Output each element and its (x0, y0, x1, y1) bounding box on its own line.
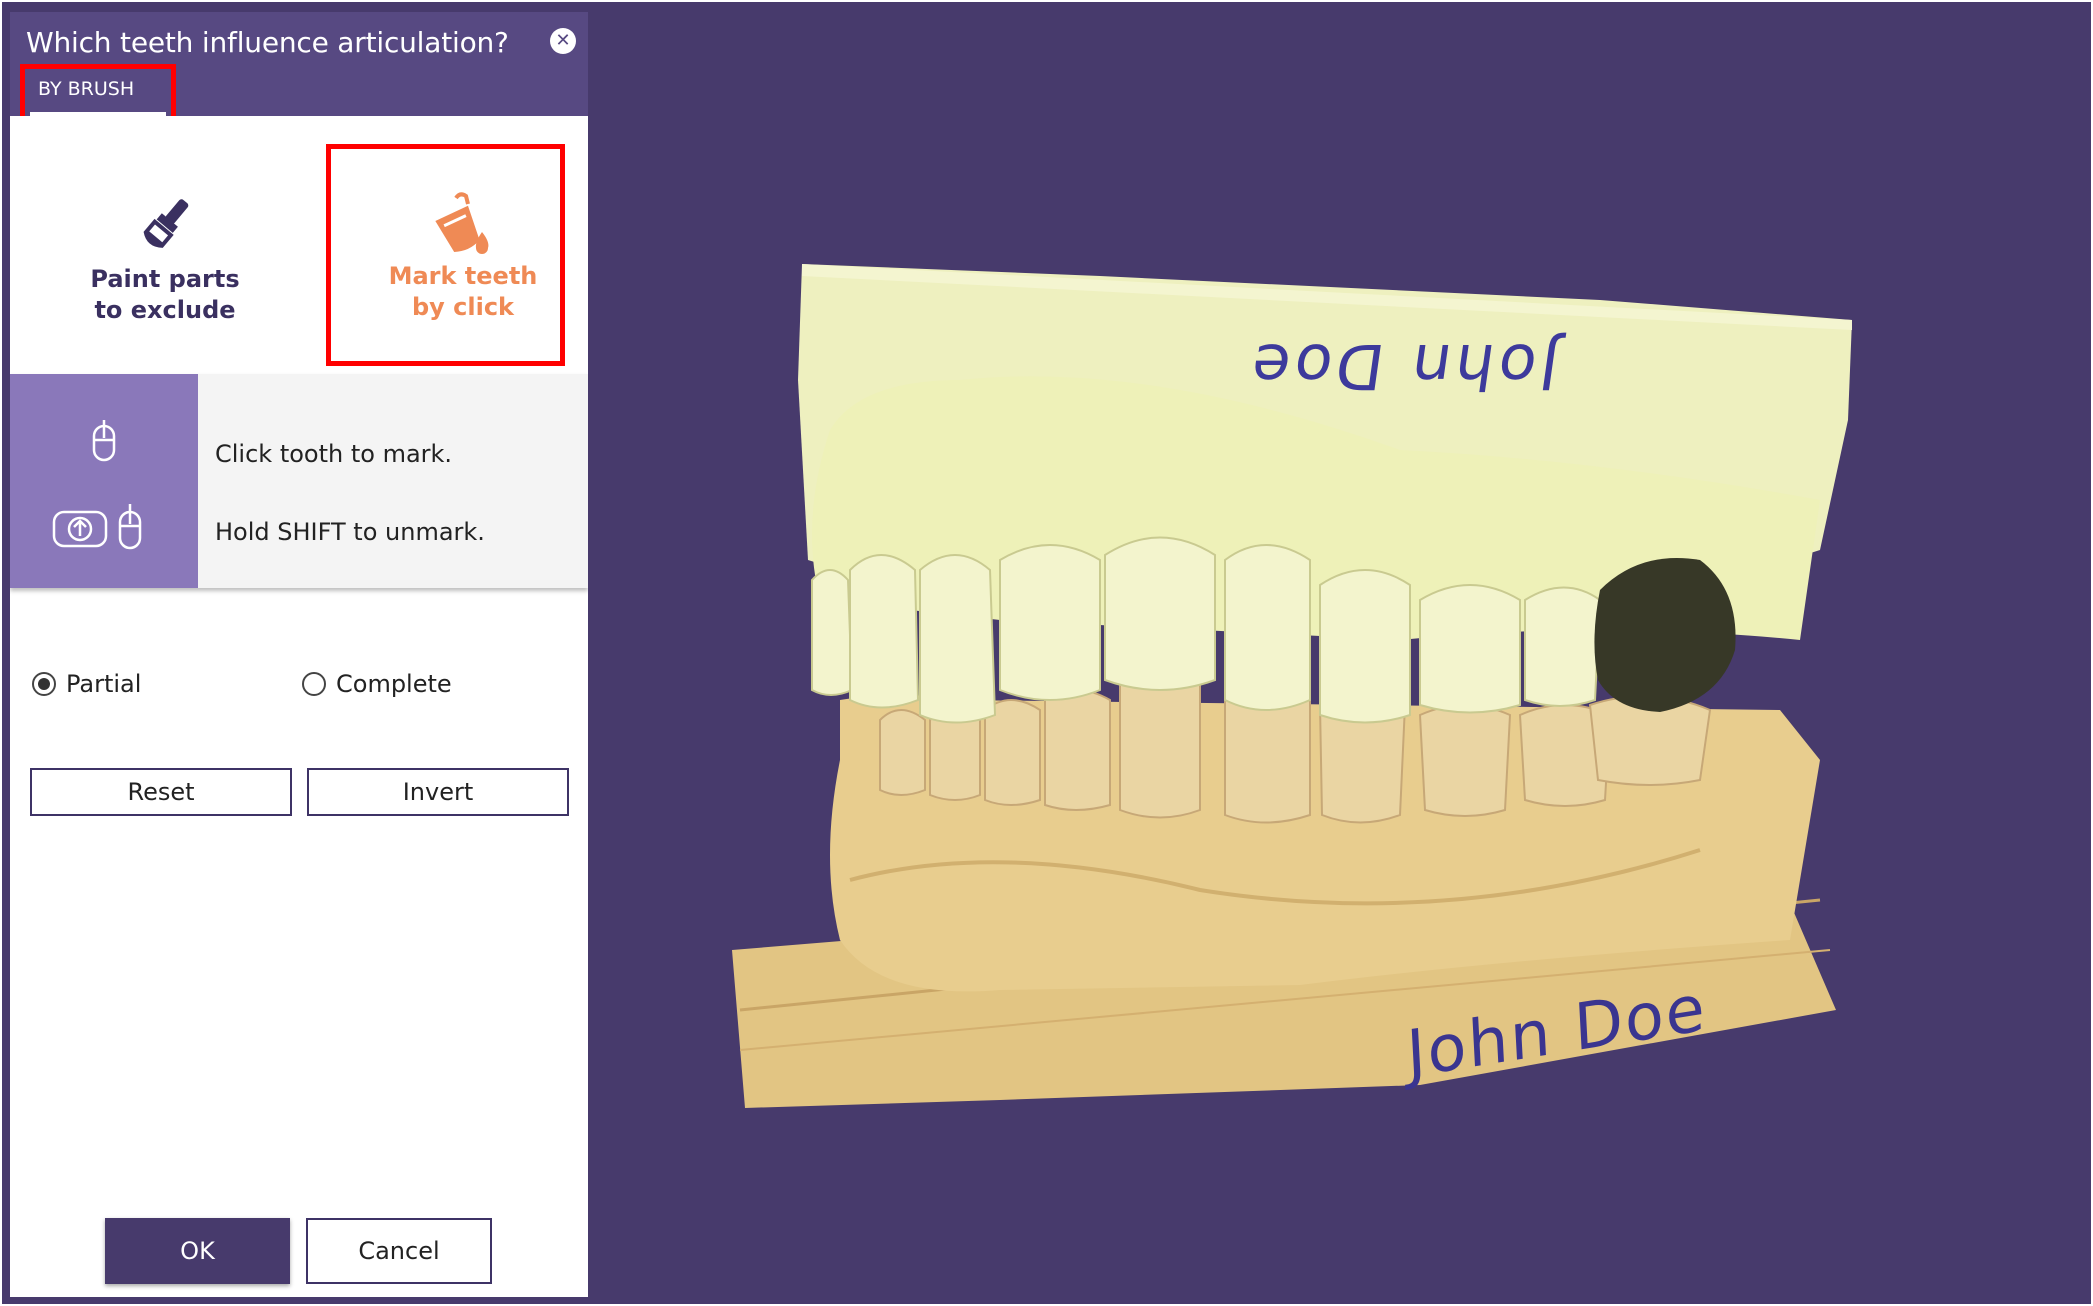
dental-scan-model[interactable] (0, 0, 2093, 1306)
upper-model-label: John Doe (1242, 330, 1564, 403)
